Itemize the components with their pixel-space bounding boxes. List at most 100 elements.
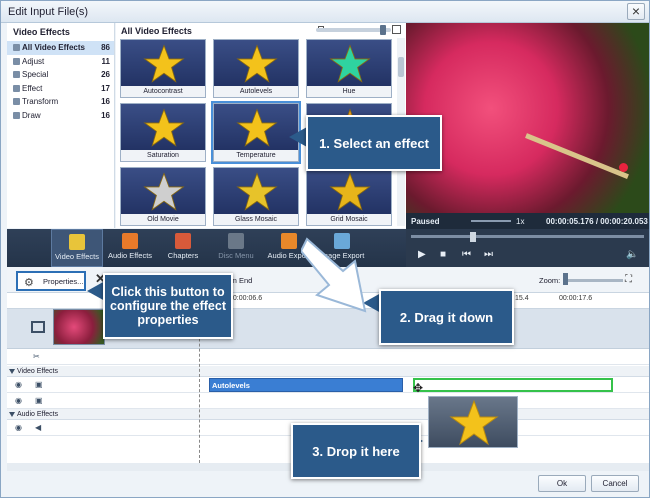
close-button[interactable]: × [627,3,645,20]
fit-to-window-icon[interactable]: ⛶ [625,274,632,285]
scissors-row: ✂ [7,349,649,365]
category-count: 16 [101,110,110,120]
toolbar-icon [228,233,244,249]
playback-speed: 1x [516,217,525,226]
effect-tile[interactable]: Old Movie [120,167,206,226]
star-icon [236,108,278,147]
category-header: Video Effects [13,27,70,37]
star-icon [143,108,185,147]
speed-slider[interactable] [471,220,511,222]
toolbar-button[interactable]: Audio Effects [104,229,156,267]
category-item[interactable]: All Video Effects 86 [7,41,114,55]
thumbnail-size-knob[interactable] [380,25,386,35]
category-item[interactable]: Draw 16 [7,109,114,123]
category-count: 17 [101,83,110,93]
star-icon [143,44,185,83]
effect-tile[interactable]: Hue [306,39,392,98]
play-icon[interactable]: ▶ [418,249,426,260]
star-icon [236,172,278,211]
category-icon [13,57,20,65]
ruler-tick-label: 15.4 [515,295,529,302]
effect-label: Hue [307,86,391,97]
cancel-button[interactable]: Cancel [591,475,639,492]
category-count: 16 [101,97,110,106]
large-thumbs-icon[interactable] [392,25,401,34]
dragged-effect-thumbnail [428,396,518,448]
timeline-zoom-slider[interactable] [565,279,623,282]
title-bar: Edit Input File(s) × [1,1,649,23]
callout-pointer [289,127,307,147]
toolbar-label: Audio Effects [107,251,153,260]
effect-label: Saturation [121,150,205,161]
category-item[interactable]: Effect 17 [7,82,114,96]
toolbar-button[interactable]: Video Effects [51,229,103,267]
audio-effects-header[interactable]: Audio Effects [7,409,649,420]
seek-knob[interactable] [470,232,476,242]
scissors-icon[interactable]: ✂ [33,352,40,361]
effect-tile[interactable]: Saturation [120,103,206,162]
star-icon [329,172,371,211]
star-icon [236,44,278,83]
effect-tile[interactable]: Autolevels [213,39,299,98]
next-frame-icon[interactable]: ⏭ [484,249,493,260]
visibility-eye-icon[interactable]: ◉ [15,423,22,432]
category-item[interactable]: Transform 16 [7,95,114,109]
category-count: 11 [101,56,110,66]
effect-label: Old Movie [121,214,205,225]
visibility-eye-icon[interactable]: ◉ [15,380,22,389]
toolbar-button[interactable]: Chapters [157,229,209,267]
toolbar-icon [281,233,297,249]
ok-button[interactable]: Ok [538,475,586,492]
toolbar-label: Disc Menu [218,251,254,260]
category-icon [13,98,20,105]
effect-tile[interactable]: Glass Mosaic [213,167,299,226]
playback-status: Paused [411,217,440,226]
category-icon [13,84,20,92]
effect-tile[interactable]: Temperature [211,101,301,164]
category-list: Video Effects All Video Effects 86 Adjust 1… [7,23,115,228]
previous-frame-icon[interactable]: ⏮ [462,249,471,260]
video-preview [406,23,649,213]
category-count: 26 [101,70,110,79]
toolbar-button[interactable]: Disc Menu [210,229,262,267]
zoom-label: Zoom: [539,276,561,285]
gallery-header: All Video Effects [121,26,192,36]
stop-icon[interactable]: ■ [440,249,446,260]
visibility-eye-icon[interactable]: ◉ [15,396,22,405]
speaker-icon[interactable]: ◀ [35,423,41,432]
star-icon [143,172,185,211]
effect-tile[interactable]: Autocontrast [120,39,206,98]
callout-drop-here: 3. Drop it here [291,423,421,479]
effect-label: Autocontrast [121,86,205,97]
transport-controls: ▶ ■ ⏮ ⏭ 🔈 [406,229,649,267]
video-clip[interactable] [53,309,105,345]
seek-bar[interactable] [411,235,644,238]
effect-tile[interactable]: Grid Mosaic [306,167,392,226]
volume-icon[interactable]: 🔈 [626,249,638,260]
video-effects-header[interactable]: Video Effects [7,366,649,377]
category-item[interactable]: Adjust 11 [7,55,114,69]
effect-label: Glass Mosaic [214,214,298,225]
category-label: Transform [22,97,59,106]
gear-icon: ⚙ [24,277,34,289]
window-title: Edit Input File(s) [8,6,89,18]
timeline-zoom-knob[interactable] [563,273,568,285]
effect-label: Temperature [214,150,298,161]
effect-label: Autolevels [214,86,298,97]
category-count: 86 [101,43,110,52]
video-effect-track-2: ◉ ▣ [7,393,649,409]
toolbar-label: Video Effects [55,252,99,261]
gallery-scroll-thumb[interactable] [398,57,404,77]
properties-button[interactable]: ⚙ Properties... [16,271,86,291]
category-item[interactable]: Special 26 [7,68,114,82]
ruler-tick-label: 00:00:17.6 [559,295,593,302]
toolbar-icon [122,233,138,249]
category-label: All Video Effects [22,43,85,52]
drop-target[interactable] [413,378,613,392]
lock-icon[interactable]: ▣ [35,380,43,389]
toolbar-icon [175,233,191,249]
edit-input-dialog: Edit Input File(s) × Video Effects All V… [0,0,650,498]
category-label: Draw [22,110,41,120]
lock-icon[interactable]: ▣ [35,396,43,405]
autolevels-effect-clip[interactable]: Autolevels [209,378,403,392]
